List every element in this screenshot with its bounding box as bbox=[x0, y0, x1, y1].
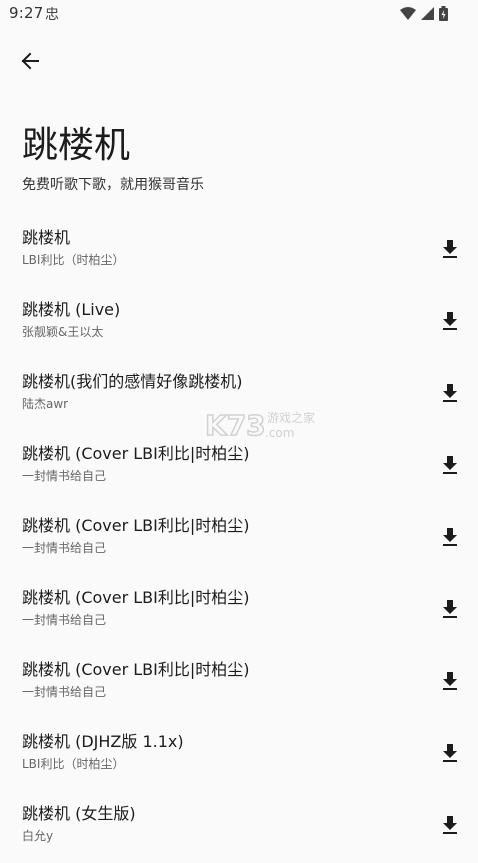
download-icon bbox=[443, 456, 457, 474]
download-button[interactable] bbox=[436, 379, 464, 407]
download-icon bbox=[443, 312, 457, 330]
download-button[interactable] bbox=[436, 235, 464, 263]
song-title: 跳楼机 (Cover LBI利比|时柏尘) bbox=[22, 444, 250, 463]
song-artist: 一封情书给自己 bbox=[22, 613, 107, 627]
back-button[interactable] bbox=[14, 45, 46, 77]
download-button[interactable] bbox=[436, 307, 464, 335]
song-title: 跳楼机(我们的感情好像跳楼机) bbox=[22, 372, 243, 391]
song-artist: 张靓颖&王以太 bbox=[22, 325, 104, 339]
download-icon bbox=[443, 816, 457, 834]
arrow-left-icon bbox=[21, 52, 39, 70]
song-list-item[interactable]: 跳楼机 (Cover LBI利比|时柏尘) 一封情书给自己 bbox=[0, 431, 478, 503]
download-icon bbox=[443, 528, 457, 546]
song-list-item[interactable]: 跳楼机 (DJHZ版 1.1x) LBI利比（时柏尘） bbox=[0, 719, 478, 791]
song-artist: 陆杰awr bbox=[22, 397, 69, 411]
download-button[interactable] bbox=[436, 595, 464, 623]
page-title: 跳楼机 bbox=[22, 125, 131, 166]
song-list-item[interactable]: 跳楼机 (Cover LBI利比|时柏尘) 一封情书给自己 bbox=[0, 575, 478, 647]
download-icon bbox=[443, 384, 457, 402]
download-icon bbox=[443, 240, 457, 258]
page-subtitle: 免费听歌下歌，就用猴哥音乐 bbox=[22, 177, 204, 193]
download-button[interactable] bbox=[436, 739, 464, 767]
song-list-item[interactable]: 跳楼机 LBI利比（时柏尘） bbox=[0, 215, 478, 287]
download-icon bbox=[443, 672, 457, 690]
song-list-item[interactable]: 跳楼机 (女生版) 白允y bbox=[0, 791, 478, 863]
wifi-icon bbox=[400, 6, 416, 21]
battery-icon bbox=[439, 6, 448, 21]
song-artist: LBI利比（时柏尘） bbox=[22, 757, 125, 771]
song-list: 跳楼机 LBI利比（时柏尘） 跳楼机 (Live) 张靓颖&王以太跳楼机(我们的感情好… bbox=[0, 215, 478, 863]
download-icon bbox=[443, 744, 457, 762]
song-title: 跳楼机 (Cover LBI利比|时柏尘) bbox=[22, 516, 250, 535]
download-button[interactable] bbox=[436, 667, 464, 695]
signal-icon bbox=[421, 7, 434, 20]
song-artist: 一封情书给自己 bbox=[22, 541, 107, 555]
status-icons bbox=[400, 6, 448, 21]
song-artist: LBI利比（时柏尘） bbox=[22, 253, 125, 267]
song-list-item[interactable]: 跳楼机(我们的感情好像跳楼机) 陆杰awr bbox=[0, 359, 478, 431]
song-title: 跳楼机 (DJHZ版 1.1x) bbox=[22, 732, 184, 751]
download-button[interactable] bbox=[436, 451, 464, 479]
notification-app-icon: 忠 bbox=[45, 7, 59, 23]
download-button[interactable] bbox=[436, 523, 464, 551]
song-title: 跳楼机 (Cover LBI利比|时柏尘) bbox=[22, 660, 250, 679]
song-artist: 一封情书给自己 bbox=[22, 685, 107, 699]
download-icon bbox=[443, 600, 457, 618]
song-title: 跳楼机 (Cover LBI利比|时柏尘) bbox=[22, 588, 250, 607]
song-artist: 一封情书给自己 bbox=[22, 469, 107, 483]
song-title: 跳楼机 (Live) bbox=[22, 300, 121, 319]
download-button[interactable] bbox=[436, 811, 464, 839]
song-title: 跳楼机 (女生版) bbox=[22, 804, 136, 823]
status-time: 9:27 bbox=[9, 4, 44, 22]
song-list-item[interactable]: 跳楼机 (Cover LBI利比|时柏尘) 一封情书给自己 bbox=[0, 647, 478, 719]
status-bar: 9:27 忠 bbox=[0, 0, 478, 28]
song-title: 跳楼机 bbox=[22, 228, 71, 247]
song-list-item[interactable]: 跳楼机 (Cover LBI利比|时柏尘) 一封情书给自己 bbox=[0, 503, 478, 575]
song-list-item[interactable]: 跳楼机 (Live) 张靓颖&王以太 bbox=[0, 287, 478, 359]
song-artist: 白允y bbox=[22, 829, 54, 843]
